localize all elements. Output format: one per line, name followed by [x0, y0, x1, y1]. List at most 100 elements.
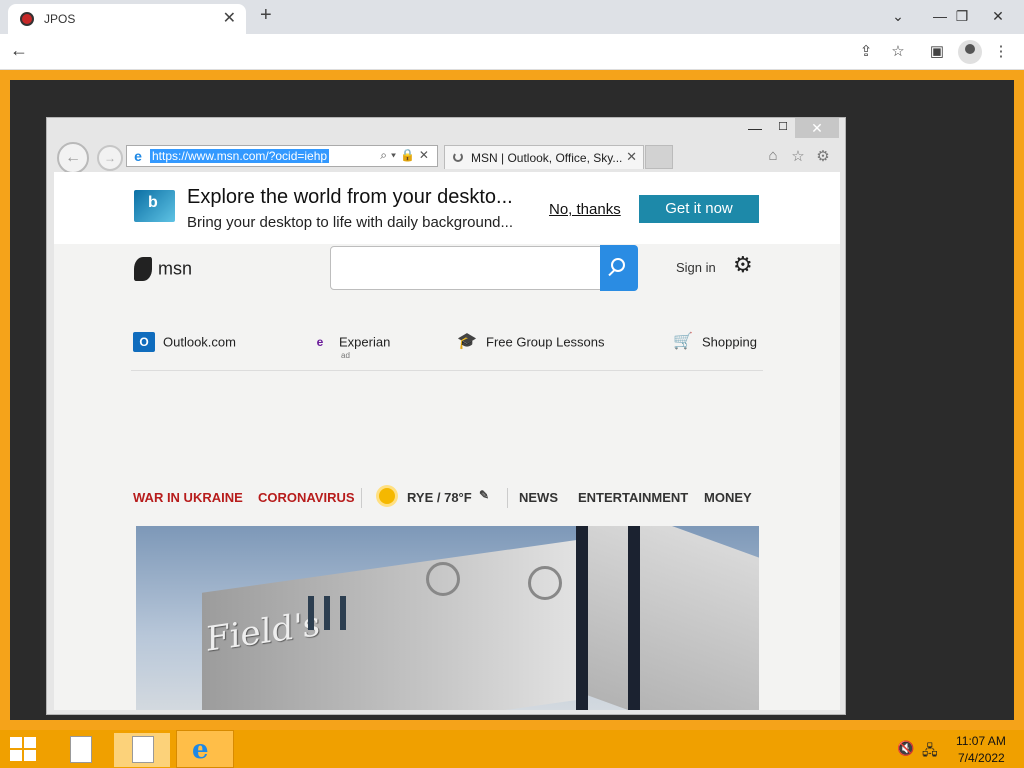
hero-pole [576, 526, 588, 710]
chrome-tab-jpos[interactable]: JPOS ✕ [8, 4, 246, 34]
ie-tab-close-icon[interactable]: ✕ [626, 149, 637, 165]
side-panel-icon[interactable]: ▣ [926, 42, 948, 60]
shopping-cart-icon: 🛒 [673, 333, 693, 350]
ie-page-viewport: Explore the world from your deskto... Br… [54, 172, 840, 710]
settings-gear-icon[interactable]: ⚙ [733, 252, 753, 278]
ie-forward-button[interactable]: → [97, 145, 123, 171]
nav-money[interactable]: MONEY [704, 490, 752, 505]
windows-logo-icon [24, 737, 36, 748]
volume-muted-icon[interactable]: 🔇 [897, 740, 914, 757]
nav-coronavirus[interactable]: CORONAVIRUS [258, 490, 355, 505]
promo-banner: Explore the world from your deskto... Br… [54, 172, 840, 244]
chrome-menu-icon[interactable]: ⋮ [990, 42, 1012, 60]
clock-time[interactable]: 11:07 AM [956, 734, 1006, 748]
quick-link-label: Free Group Lessons [486, 334, 605, 350]
quick-link-free-group-lessons[interactable]: 🎓 Free Group Lessons [456, 332, 605, 352]
quick-link-shopping[interactable]: 🛒 Shopping [672, 332, 757, 352]
windows-logo-icon [24, 750, 36, 761]
quick-link-outlook[interactable]: O Outlook.com [133, 332, 236, 352]
taskbar-document-app[interactable] [114, 733, 170, 767]
search-input[interactable] [330, 246, 636, 290]
ie-new-tab-button[interactable] [645, 145, 673, 169]
nav-entertainment[interactable]: ENTERTAINMENT [578, 490, 688, 505]
outlook-icon: O [133, 332, 155, 352]
ie-page-icon: e [134, 148, 142, 164]
ie-window: — ☐ ✕ ← → e https://www.msn.com/?ocid=ie… [46, 117, 846, 715]
quick-link-label: Outlook.com [163, 334, 236, 350]
ie-close-button[interactable]: ✕ [795, 118, 839, 138]
no-thanks-link[interactable]: No, thanks [549, 201, 621, 218]
new-tab-button[interactable]: + [260, 4, 272, 27]
document-icon [70, 736, 92, 763]
promo-title: Explore the world from your deskto... [187, 186, 513, 208]
quick-link-label: Shopping [702, 334, 757, 350]
quick-link-experian[interactable]: e Experian [309, 332, 391, 352]
address-tools-icons[interactable]: ⌕▾🔒✕ [380, 148, 433, 163]
chrome-tab-title: JPOS [44, 12, 76, 26]
edit-location-icon[interactable]: ✎ [479, 488, 489, 502]
promo-subtitle: Bring your desktop to life with daily ba… [187, 214, 514, 231]
taskbar-document-app[interactable] [52, 733, 108, 767]
chrome-tab-bar: JPOS ✕ + ⌄ — ❐ ✕ [0, 0, 1024, 34]
chrome-toolbar: ← ⇪ ☆ ▣ ⋮ [0, 34, 1024, 70]
favorites-icon[interactable]: ☆ [788, 147, 808, 165]
nav-news[interactable]: NEWS [519, 490, 558, 505]
document-icon [132, 736, 154, 763]
ie-address-bar[interactable]: e https://www.msn.com/?ocid=iehp ⌕▾🔒✕ [126, 145, 438, 167]
windows-logo-icon [10, 750, 22, 761]
hero-globe-logo [426, 562, 460, 596]
share-icon[interactable]: ⇪ [855, 42, 877, 60]
hero-window [308, 596, 314, 630]
ie-back-button[interactable]: ← [57, 142, 89, 174]
nav-divider [507, 488, 508, 508]
msn-logo-text: msn [158, 258, 193, 279]
hero-image[interactable]: Field's [136, 526, 759, 710]
chrome-maximize-button[interactable]: ❐ [942, 2, 982, 30]
home-icon[interactable]: ⌂ [763, 147, 783, 164]
clock-date[interactable]: 7/4/2022 [958, 751, 1005, 765]
remote-desktop: — ☐ ✕ ← → e https://www.msn.com/?ocid=ie… [10, 80, 1014, 720]
bing-wallpaper-logo-icon [134, 190, 175, 222]
bookmark-star-icon[interactable]: ☆ [887, 42, 909, 60]
internet-explorer-icon: e [192, 735, 209, 765]
ie-maximize-button[interactable]: ☐ [775, 120, 791, 133]
loading-spinner-icon [453, 152, 463, 162]
sun-weather-icon [379, 488, 395, 504]
nav-weather[interactable]: RYE / 78°F [407, 490, 472, 505]
chrome-tab-close-icon[interactable]: ✕ [223, 8, 236, 28]
ie-minimize-button[interactable]: — [747, 120, 763, 136]
msn-butterfly-icon [134, 257, 152, 281]
jpos-favicon-icon [20, 12, 34, 26]
sign-in-link[interactable]: Sign in [676, 260, 716, 275]
hero-window [340, 596, 346, 630]
tools-gear-icon[interactable]: ⚙ [813, 147, 833, 165]
chrome-tab-search-icon[interactable]: ⌄ [878, 2, 918, 30]
nav-divider [361, 488, 362, 508]
nav-war-in-ukraine[interactable]: WAR IN UKRAINE [133, 490, 243, 505]
start-button[interactable] [8, 736, 38, 762]
msn-logo[interactable]: msn [134, 257, 192, 281]
hero-window [324, 596, 330, 630]
ie-tab-msn[interactable]: MSN | Outlook, Office, Sky... ✕ [444, 145, 644, 169]
chrome-back-button[interactable]: ← [10, 40, 28, 61]
remote-desktop-frame: — ☐ ✕ ← → e https://www.msn.com/?ocid=ie… [0, 70, 1024, 730]
quick-links-divider [131, 370, 763, 371]
search-icon [611, 258, 625, 272]
ad-label: ad [341, 351, 350, 360]
chrome-close-button[interactable]: ✕ [978, 2, 1018, 30]
taskbar-ie-button[interactable]: e [176, 730, 234, 768]
ie-tab-title: MSN | Outlook, Office, Sky... [471, 151, 623, 165]
windows-taskbar: e 🔇 🖧 11:07 AM 7/4/2022 [0, 730, 1024, 768]
hero-pole [628, 526, 640, 710]
get-it-now-button[interactable]: Get it now [639, 195, 759, 223]
hero-building-side [582, 526, 759, 710]
profile-avatar-icon[interactable] [958, 40, 982, 64]
search-button[interactable] [600, 245, 638, 291]
windows-logo-icon [10, 737, 22, 748]
quick-link-label: Experian [339, 334, 391, 350]
hero-globe-logo [528, 566, 562, 600]
experian-icon: e [316, 335, 324, 349]
network-icon[interactable]: 🖧 [922, 740, 938, 764]
news-nav: WAR IN UKRAINE CORONAVIRUS RYE / 78°F ✎ … [54, 488, 840, 510]
ie-url-text[interactable]: https://www.msn.com/?ocid=iehp [150, 149, 330, 163]
